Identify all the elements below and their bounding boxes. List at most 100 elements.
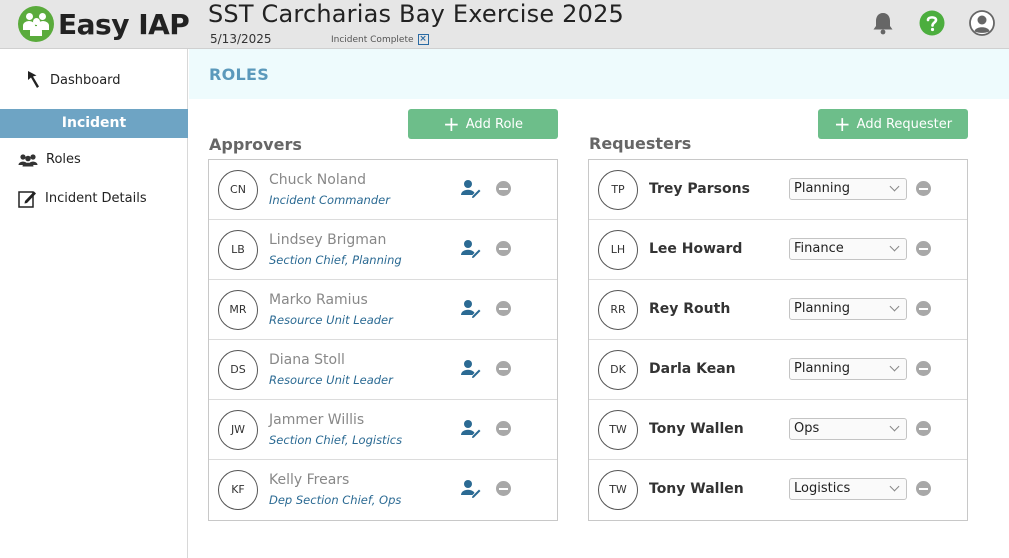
approver-row: DS Diana Stoll Resource Unit Leader bbox=[209, 340, 557, 400]
approver-role: Resource Unit Leader bbox=[269, 313, 393, 327]
remove-icon[interactable] bbox=[916, 421, 931, 436]
requester-name: Tony Wallen bbox=[649, 421, 744, 437]
section-select-value: Logistics bbox=[794, 481, 851, 496]
people-icon bbox=[18, 153, 38, 166]
remove-icon[interactable] bbox=[496, 361, 511, 376]
approver-row: LB Lindsey Brigman Section Chief, Planni… bbox=[209, 220, 557, 280]
requester-name: Tony Wallen bbox=[649, 481, 744, 497]
remove-icon[interactable] bbox=[916, 181, 931, 196]
avatar: CN bbox=[218, 170, 258, 210]
help-icon[interactable] bbox=[919, 10, 945, 36]
remove-icon[interactable] bbox=[496, 421, 511, 436]
approver-row: CN Chuck Noland Incident Commander bbox=[209, 160, 557, 220]
section-select[interactable]: Planning bbox=[789, 358, 907, 380]
edit-user-icon[interactable] bbox=[460, 358, 482, 380]
add-role-label: Add Role bbox=[465, 116, 524, 132]
avatar: TW bbox=[598, 470, 638, 510]
requesters-list: TP Trey Parsons Planning LH Lee Howard F… bbox=[588, 159, 968, 521]
avatar: LH bbox=[598, 230, 638, 270]
top-bar: Easy IAP SST Carcharias Bay Exercise 202… bbox=[0, 0, 1009, 49]
edit-user-icon[interactable] bbox=[460, 418, 482, 440]
avatar: DS bbox=[218, 350, 258, 390]
edit-user-icon[interactable] bbox=[460, 238, 482, 260]
section-select-value: Finance bbox=[794, 241, 844, 256]
remove-icon[interactable] bbox=[496, 481, 511, 496]
avatar: TW bbox=[598, 410, 638, 450]
approver-row: JW Jammer Willis Section Chief, Logistic… bbox=[209, 400, 557, 460]
approvers-list: CN Chuck Noland Incident Commander LB Li… bbox=[208, 159, 558, 521]
section-select[interactable]: Logistics bbox=[789, 478, 907, 500]
remove-icon[interactable] bbox=[916, 361, 931, 376]
logo-people-icon bbox=[18, 6, 54, 42]
edit-user-icon[interactable] bbox=[460, 178, 482, 200]
remove-icon[interactable] bbox=[496, 241, 511, 256]
sidebar-item-roles[interactable]: Roles bbox=[18, 152, 81, 167]
requester-name: Lee Howard bbox=[649, 241, 743, 257]
avatar: DK bbox=[598, 350, 638, 390]
remove-icon[interactable] bbox=[916, 241, 931, 256]
requester-row: DK Darla Kean Planning bbox=[589, 340, 967, 400]
approver-name: Diana Stoll bbox=[269, 352, 345, 368]
incident-date: 5/13/2025 bbox=[210, 32, 272, 46]
sidebar-item-label: Roles bbox=[46, 152, 81, 167]
sidebar-item-incident-details[interactable]: Incident Details bbox=[18, 189, 147, 208]
approver-row: MR Marko Ramius Resource Unit Leader bbox=[209, 280, 557, 340]
status-close-icon[interactable]: × bbox=[417, 34, 429, 45]
add-requester-button[interactable]: + Add Requester bbox=[818, 109, 968, 139]
approver-name: Kelly Frears bbox=[269, 472, 350, 488]
back-arrow-icon bbox=[28, 71, 39, 88]
approver-role: Section Chief, Planning bbox=[269, 253, 402, 267]
brand-name: Easy IAP bbox=[58, 7, 190, 41]
section-select[interactable]: Ops bbox=[789, 418, 907, 440]
approver-row: KF Kelly Frears Dep Section Chief, Ops bbox=[209, 460, 557, 520]
requester-row: TP Trey Parsons Planning bbox=[589, 160, 967, 220]
plus-icon: + bbox=[442, 112, 460, 136]
status-badge: Incident Complete × bbox=[331, 34, 429, 45]
add-requester-label: Add Requester bbox=[856, 116, 953, 132]
section-select-value: Planning bbox=[794, 301, 850, 316]
sidebar-section-incident[interactable]: Incident bbox=[0, 109, 188, 138]
section-select[interactable]: Finance bbox=[789, 238, 907, 260]
sidebar-item-label: Incident Details bbox=[45, 191, 147, 206]
chevron-down-icon bbox=[889, 421, 900, 432]
avatar: KF bbox=[218, 470, 258, 510]
avatar: LB bbox=[218, 230, 258, 270]
edit-user-icon[interactable] bbox=[460, 478, 482, 500]
requester-row: TW Tony Wallen Logistics bbox=[589, 460, 967, 520]
avatar: JW bbox=[218, 410, 258, 450]
requester-name: Rey Routh bbox=[649, 301, 731, 317]
approver-name: Chuck Noland bbox=[269, 172, 367, 188]
chevron-down-icon bbox=[889, 361, 900, 372]
edit-user-icon[interactable] bbox=[460, 298, 482, 320]
chevron-down-icon bbox=[889, 241, 900, 252]
avatar: TP bbox=[598, 170, 638, 210]
section-select-value: Ops bbox=[794, 421, 820, 436]
app-logo[interactable]: Easy IAP bbox=[18, 6, 190, 42]
page-title: ROLES bbox=[209, 65, 270, 84]
avatar: MR bbox=[218, 290, 258, 330]
plus-icon: + bbox=[833, 112, 851, 136]
requester-row: LH Lee Howard Finance bbox=[589, 220, 967, 280]
remove-icon[interactable] bbox=[916, 301, 931, 316]
section-select[interactable]: Planning bbox=[789, 178, 907, 200]
remove-icon[interactable] bbox=[496, 181, 511, 196]
approver-name: Jammer Willis bbox=[269, 412, 365, 428]
user-profile-icon[interactable] bbox=[969, 10, 995, 36]
section-select[interactable]: Planning bbox=[789, 298, 907, 320]
notifications-bell-icon[interactable] bbox=[870, 10, 896, 36]
chevron-down-icon bbox=[889, 481, 900, 492]
approver-name: Marko Ramius bbox=[269, 292, 368, 308]
approvers-heading: Approvers bbox=[209, 135, 302, 154]
approver-role: Dep Section Chief, Ops bbox=[269, 493, 402, 507]
sidebar-item-dashboard[interactable]: Dashboard bbox=[24, 69, 121, 91]
remove-icon[interactable] bbox=[916, 481, 931, 496]
requester-row: TW Tony Wallen Ops bbox=[589, 400, 967, 460]
chevron-down-icon bbox=[889, 301, 900, 312]
add-role-button[interactable]: + Add Role bbox=[408, 109, 558, 139]
requester-row: RR Rey Routh Planning bbox=[589, 280, 967, 340]
approver-role: Section Chief, Logistics bbox=[269, 433, 403, 447]
remove-icon[interactable] bbox=[496, 301, 511, 316]
sidebar-item-label: Dashboard bbox=[50, 72, 121, 88]
page-banner: ROLES bbox=[189, 49, 1009, 99]
section-select-value: Planning bbox=[794, 361, 850, 376]
